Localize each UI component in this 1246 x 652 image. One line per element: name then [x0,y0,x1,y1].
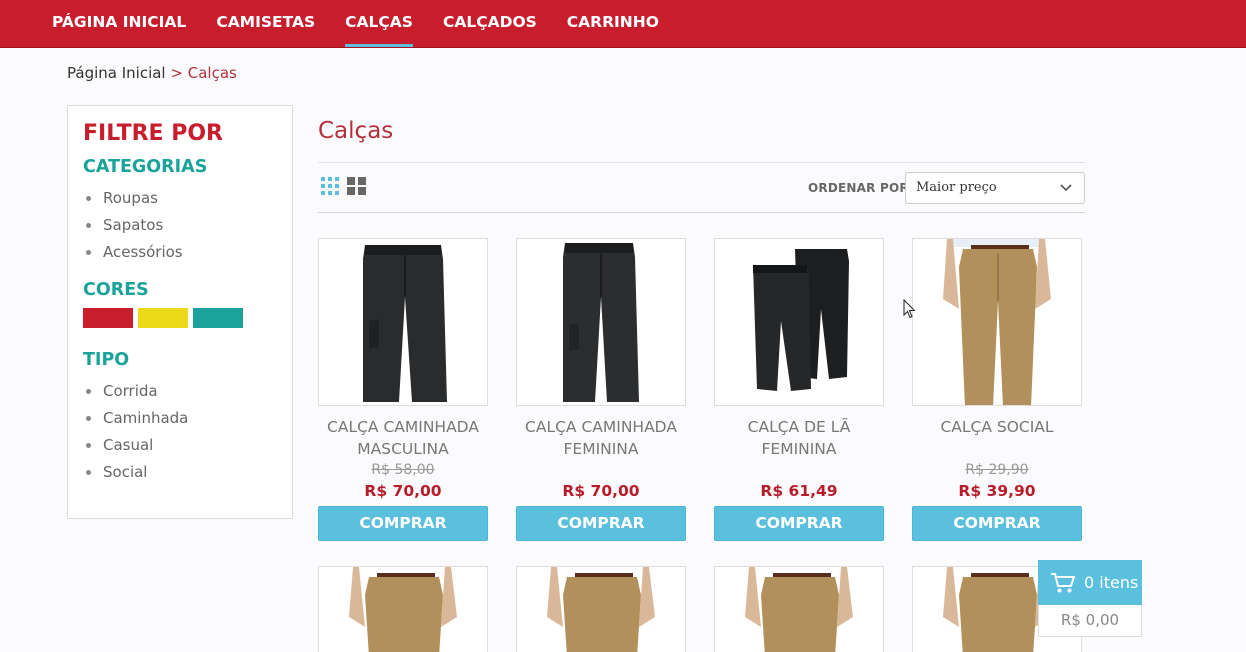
breadcrumb-current: Calças [187,64,237,82]
nav-item-calcas[interactable]: CALÇAS [330,0,428,48]
color-swatch-red[interactable] [83,308,133,328]
filter-sidebar: FILTRE POR CATEGORIAS Roupas Sapatos Ace… [67,105,293,519]
buy-button[interactable]: COMPRAR [714,506,884,541]
product-card: CALÇA DE LÃ FEMININA R$ 61,49 COMPRAR [714,238,884,541]
large-grid-view-icon[interactable] [347,177,366,195]
nav-item-camisetas[interactable]: CAMISETAS [201,0,330,48]
breadcrumb-home[interactable]: Página Inicial [67,64,166,82]
category-item-roupas[interactable]: Roupas [83,185,277,212]
categories-heading: CATEGORIAS [83,157,208,177]
pants-image [563,243,639,402]
nav-item-carrinho[interactable]: CARRINHO [552,0,674,48]
product-name[interactable]: CALÇA SOCIAL [912,416,1082,460]
product-name[interactable]: CALÇA DE LÃ FEMININA [714,416,884,460]
mouse-cursor-icon [903,299,916,319]
product-price: R$ 39,90 [958,482,1036,500]
divider [318,212,1085,213]
buy-button[interactable]: COMPRAR [318,506,488,541]
product-price: R$ 70,00 [364,482,442,500]
category-item-acessorios[interactable]: Acessórios [83,239,277,266]
type-item-casual[interactable]: Casual [83,432,277,459]
product-image[interactable] [714,238,884,406]
type-item-corrida[interactable]: Corrida [83,378,277,405]
product-image[interactable] [318,566,488,652]
product-old-price: R$ 58,00 [371,462,435,478]
colors-heading: CORES [83,280,149,300]
cart-icon [1051,572,1076,592]
product-card: CALÇA CAMINHADA MASCULINA R$ 58,00 R$ 70… [318,238,488,541]
categories-list: Roupas Sapatos Acessórios [83,185,277,266]
color-swatch-teal[interactable] [193,308,243,328]
product-card: CALÇA SOCIAL R$ 29,90 R$ 39,90 COMPRAR [912,238,1082,541]
product-name[interactable]: CALÇA CAMINHADA FEMININA [516,416,686,460]
filter-title: FILTRE POR [83,121,223,146]
divider [318,162,1085,163]
khaki-pants-image [547,567,655,652]
product-price: R$ 70,00 [562,482,640,500]
product-name[interactable]: CALÇA CAMINHADA MASCULINA [318,416,488,460]
top-navigation: PÁGINA INICIAL CAMISETAS CALÇAS CALÇADOS… [0,0,1246,48]
pants-image [753,249,849,391]
product-old-price [516,460,686,480]
breadcrumb: Página Inicial > Calças [67,64,237,82]
sort-label: ORDENAR POR [808,181,909,195]
product-image[interactable] [912,238,1082,406]
type-item-caminhada[interactable]: Caminhada [83,405,277,432]
page-title: Calças [318,118,394,144]
breadcrumb-separator: > [170,64,183,82]
product-image[interactable] [318,238,488,406]
buy-button[interactable]: COMPRAR [516,506,686,541]
product-card: CALÇA CAMINHADA FEMININA R$ 70,00 COMPRA… [516,238,686,541]
category-item-sapatos[interactable]: Sapatos [83,212,277,239]
product-image[interactable] [516,566,686,652]
color-swatches [83,308,277,328]
cart-widget[interactable]: 0 itens R$ 0,00 [1038,560,1142,637]
khaki-pants-image [943,239,1051,405]
product-image[interactable] [516,238,686,406]
type-list: Corrida Caminhada Casual Social [83,378,277,486]
pants-image [363,245,447,402]
cart-item-count: 0 itens [1084,573,1139,592]
product-old-price [714,460,884,480]
color-swatch-yellow[interactable] [138,308,188,328]
cart-total: R$ 0,00 [1038,605,1142,637]
type-item-social[interactable]: Social [83,459,277,486]
grid-view-icon[interactable] [321,177,339,195]
chevron-down-icon [1060,184,1072,192]
khaki-pants-image [745,567,853,652]
buy-button[interactable]: COMPRAR [912,506,1082,541]
product-price: R$ 61,49 [760,482,838,500]
product-old-price: R$ 29,90 [965,462,1029,478]
khaki-pants-image [349,567,457,652]
cart-summary[interactable]: 0 itens [1038,560,1142,605]
nav-item-pagina-inicial[interactable]: PÁGINA INICIAL [37,0,201,48]
sort-selected-value: Maior preço [916,180,997,195]
product-image[interactable] [714,566,884,652]
type-heading: TIPO [83,350,130,370]
sort-select[interactable]: Maior preço [905,172,1085,204]
nav-item-calcados[interactable]: CALÇADOS [428,0,552,48]
